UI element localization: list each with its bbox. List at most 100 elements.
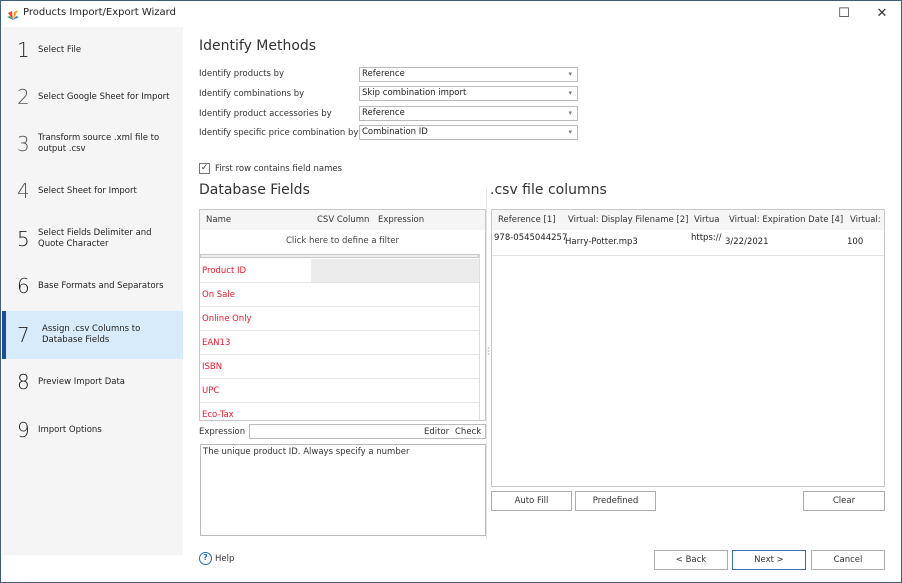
checkmark-icon[interactable]: ✓ <box>199 163 210 174</box>
csv-cell: Harry-Potter.mp3 <box>565 237 638 247</box>
csv-row[interactable]: 978-0545044257 Harry-Potter.mp3 https://… <box>492 230 884 256</box>
main-content: Identify Methods Identify products by Re… <box>183 27 902 583</box>
field-name: EAN13 <box>202 338 231 348</box>
field-name: ISBN <box>202 362 223 372</box>
csv-column-header[interactable]: Virtua <box>694 215 719 225</box>
selected-value: Combination ID <box>362 127 428 137</box>
csv-cell: https:// <box>691 233 722 243</box>
clear-button[interactable]: Clear <box>803 491 885 511</box>
step-number: 4 <box>17 179 30 203</box>
auto-fill-button[interactable]: Auto Fill <box>491 491 572 511</box>
identify-price-combination-select[interactable]: Combination ID ▾ <box>359 125 578 140</box>
field-row[interactable]: On Sale <box>200 283 479 307</box>
identify-products-select[interactable]: Reference ▾ <box>359 67 578 82</box>
expression-editor-button[interactable]: Editor <box>424 427 449 437</box>
field-row[interactable]: Eco-Tax <box>200 403 479 420</box>
field-row[interactable]: UPC <box>200 379 479 403</box>
field-csv-column-cell[interactable] <box>311 355 479 378</box>
identify-products-label: Identify products by <box>199 69 285 79</box>
field-csv-column-cell[interactable] <box>311 259 479 282</box>
back-button[interactable]: < Back <box>654 550 728 570</box>
identify-accessories-label: Identify product accessories by <box>199 109 332 119</box>
checkbox-label: First row contains field names <box>215 163 343 174</box>
field-csv-column-cell[interactable] <box>311 331 479 354</box>
help-link[interactable]: ? Help <box>199 552 234 565</box>
field-csv-column-cell[interactable] <box>311 307 479 330</box>
step-transform-xml[interactable]: 3 Transform source .xml file to output .… <box>2 121 183 167</box>
field-name: UPC <box>202 386 220 396</box>
chevron-down-icon: ▾ <box>568 70 572 78</box>
step-label: Select Sheet for Import <box>38 185 137 196</box>
step-select-file[interactable]: 1 Select File <box>2 27 183 73</box>
step-label: Base Formats and Separators <box>38 280 164 291</box>
column-header-expression[interactable]: Expression <box>378 215 424 225</box>
step-select-sheet[interactable]: 4 Select Sheet for Import <box>2 168 183 214</box>
csv-column-header[interactable]: Virtual: Expiration Date [4] <box>729 215 843 225</box>
step-base-formats[interactable]: 6 Base Formats and Separators <box>2 263 183 309</box>
field-row[interactable]: EAN13 <box>200 331 479 355</box>
csv-cell: 978-0545044257 <box>494 233 568 243</box>
predefined-button[interactable]: Predefined <box>575 491 656 511</box>
csv-columns-grid: Reference [1] Virtual: Display Filename … <box>491 209 885 487</box>
close-button[interactable]: ✕ <box>867 4 897 24</box>
column-header-csv-column[interactable]: CSV Column <box>317 215 369 225</box>
step-number: 6 <box>17 274 30 298</box>
step-fields-delimiter[interactable]: 5 Select Fields Delimiter and Quote Char… <box>2 216 183 262</box>
field-csv-column-cell[interactable] <box>311 379 479 402</box>
expression-input[interactable] <box>249 424 486 439</box>
step-label: Select File <box>38 44 82 55</box>
csv-grid-header: Reference [1] Virtual: Display Filename … <box>492 210 884 230</box>
column-header-name[interactable]: Name <box>206 215 231 225</box>
step-label: Import Options <box>38 424 102 435</box>
wizard-steps-sidebar: 1 Select File 2 Select Google Sheet for … <box>2 27 183 555</box>
csv-column-header[interactable]: Virtual: I <box>850 215 884 225</box>
identify-price-combination-label: Identify specific price combination by <box>199 128 359 138</box>
app-logo-icon <box>7 10 19 20</box>
identify-accessories-select[interactable]: Reference ▾ <box>359 106 578 121</box>
wizard-window: Products Import/Export Wizard ☐ ✕ 1 Sele… <box>0 0 902 583</box>
step-number: 7 <box>17 323 30 347</box>
filter-row[interactable]: Click here to define a filter <box>200 230 485 252</box>
field-description: The unique product ID. Always specify a … <box>200 444 486 536</box>
field-csv-column-cell[interactable] <box>311 403 479 420</box>
selected-value: Reference <box>362 108 405 118</box>
field-row[interactable]: ISBN <box>200 355 479 379</box>
step-number: 5 <box>17 227 30 251</box>
expression-label: Expression <box>199 427 246 437</box>
first-row-field-names-checkbox[interactable]: ✓ First row contains field names <box>199 163 342 174</box>
help-label: Help <box>215 553 235 564</box>
chevron-down-icon: ▾ <box>568 89 572 97</box>
step-number: 9 <box>17 418 30 442</box>
step-import-options[interactable]: 9 Import Options <box>2 407 183 453</box>
grid-separator <box>200 254 479 258</box>
maximize-button[interactable]: ☐ <box>829 4 859 24</box>
step-preview-import[interactable]: 8 Preview Import Data <box>2 359 183 405</box>
database-fields-title: Database Fields <box>199 182 310 198</box>
step-assign-columns[interactable]: 7 Assign .csv Columns to Database Fields <box>2 311 183 359</box>
window-title: Products Import/Export Wizard <box>23 7 176 18</box>
grid-scrollbar[interactable] <box>479 254 485 420</box>
csv-column-header[interactable]: Reference [1] <box>498 215 556 225</box>
splitter-grip-icon: · · · <box>487 344 490 359</box>
csv-column-header[interactable]: Virtual: Display Filename [2] <box>568 215 688 225</box>
step-number: 8 <box>17 370 30 394</box>
step-select-google-sheet[interactable]: 2 Select Google Sheet for Import <box>2 74 183 120</box>
identify-methods-title: Identify Methods <box>199 38 317 54</box>
field-name: Eco-Tax <box>202 410 234 420</box>
field-name: Online Only <box>202 314 252 324</box>
identify-combinations-select[interactable]: Skip combination import ▾ <box>359 86 578 101</box>
expression-check-button[interactable]: Check <box>455 427 481 437</box>
step-label: Preview Import Data <box>38 376 125 387</box>
field-csv-column-cell[interactable] <box>311 283 479 306</box>
title-bar: Products Import/Export Wizard ☐ ✕ <box>1 1 901 27</box>
csv-cell: 100 <box>847 237 864 247</box>
help-icon: ? <box>199 552 212 565</box>
field-row[interactable]: Product ID <box>200 259 479 283</box>
grid-header: Name CSV Column Expression <box>200 210 485 230</box>
step-number: 1 <box>17 38 30 62</box>
next-button[interactable]: Next > <box>732 550 806 570</box>
field-row[interactable]: Online Only <box>200 307 479 331</box>
step-label: Assign .csv Columns to Database Fields <box>42 324 141 345</box>
chevron-down-icon: ▾ <box>568 109 572 117</box>
cancel-button[interactable]: Cancel <box>811 550 885 570</box>
